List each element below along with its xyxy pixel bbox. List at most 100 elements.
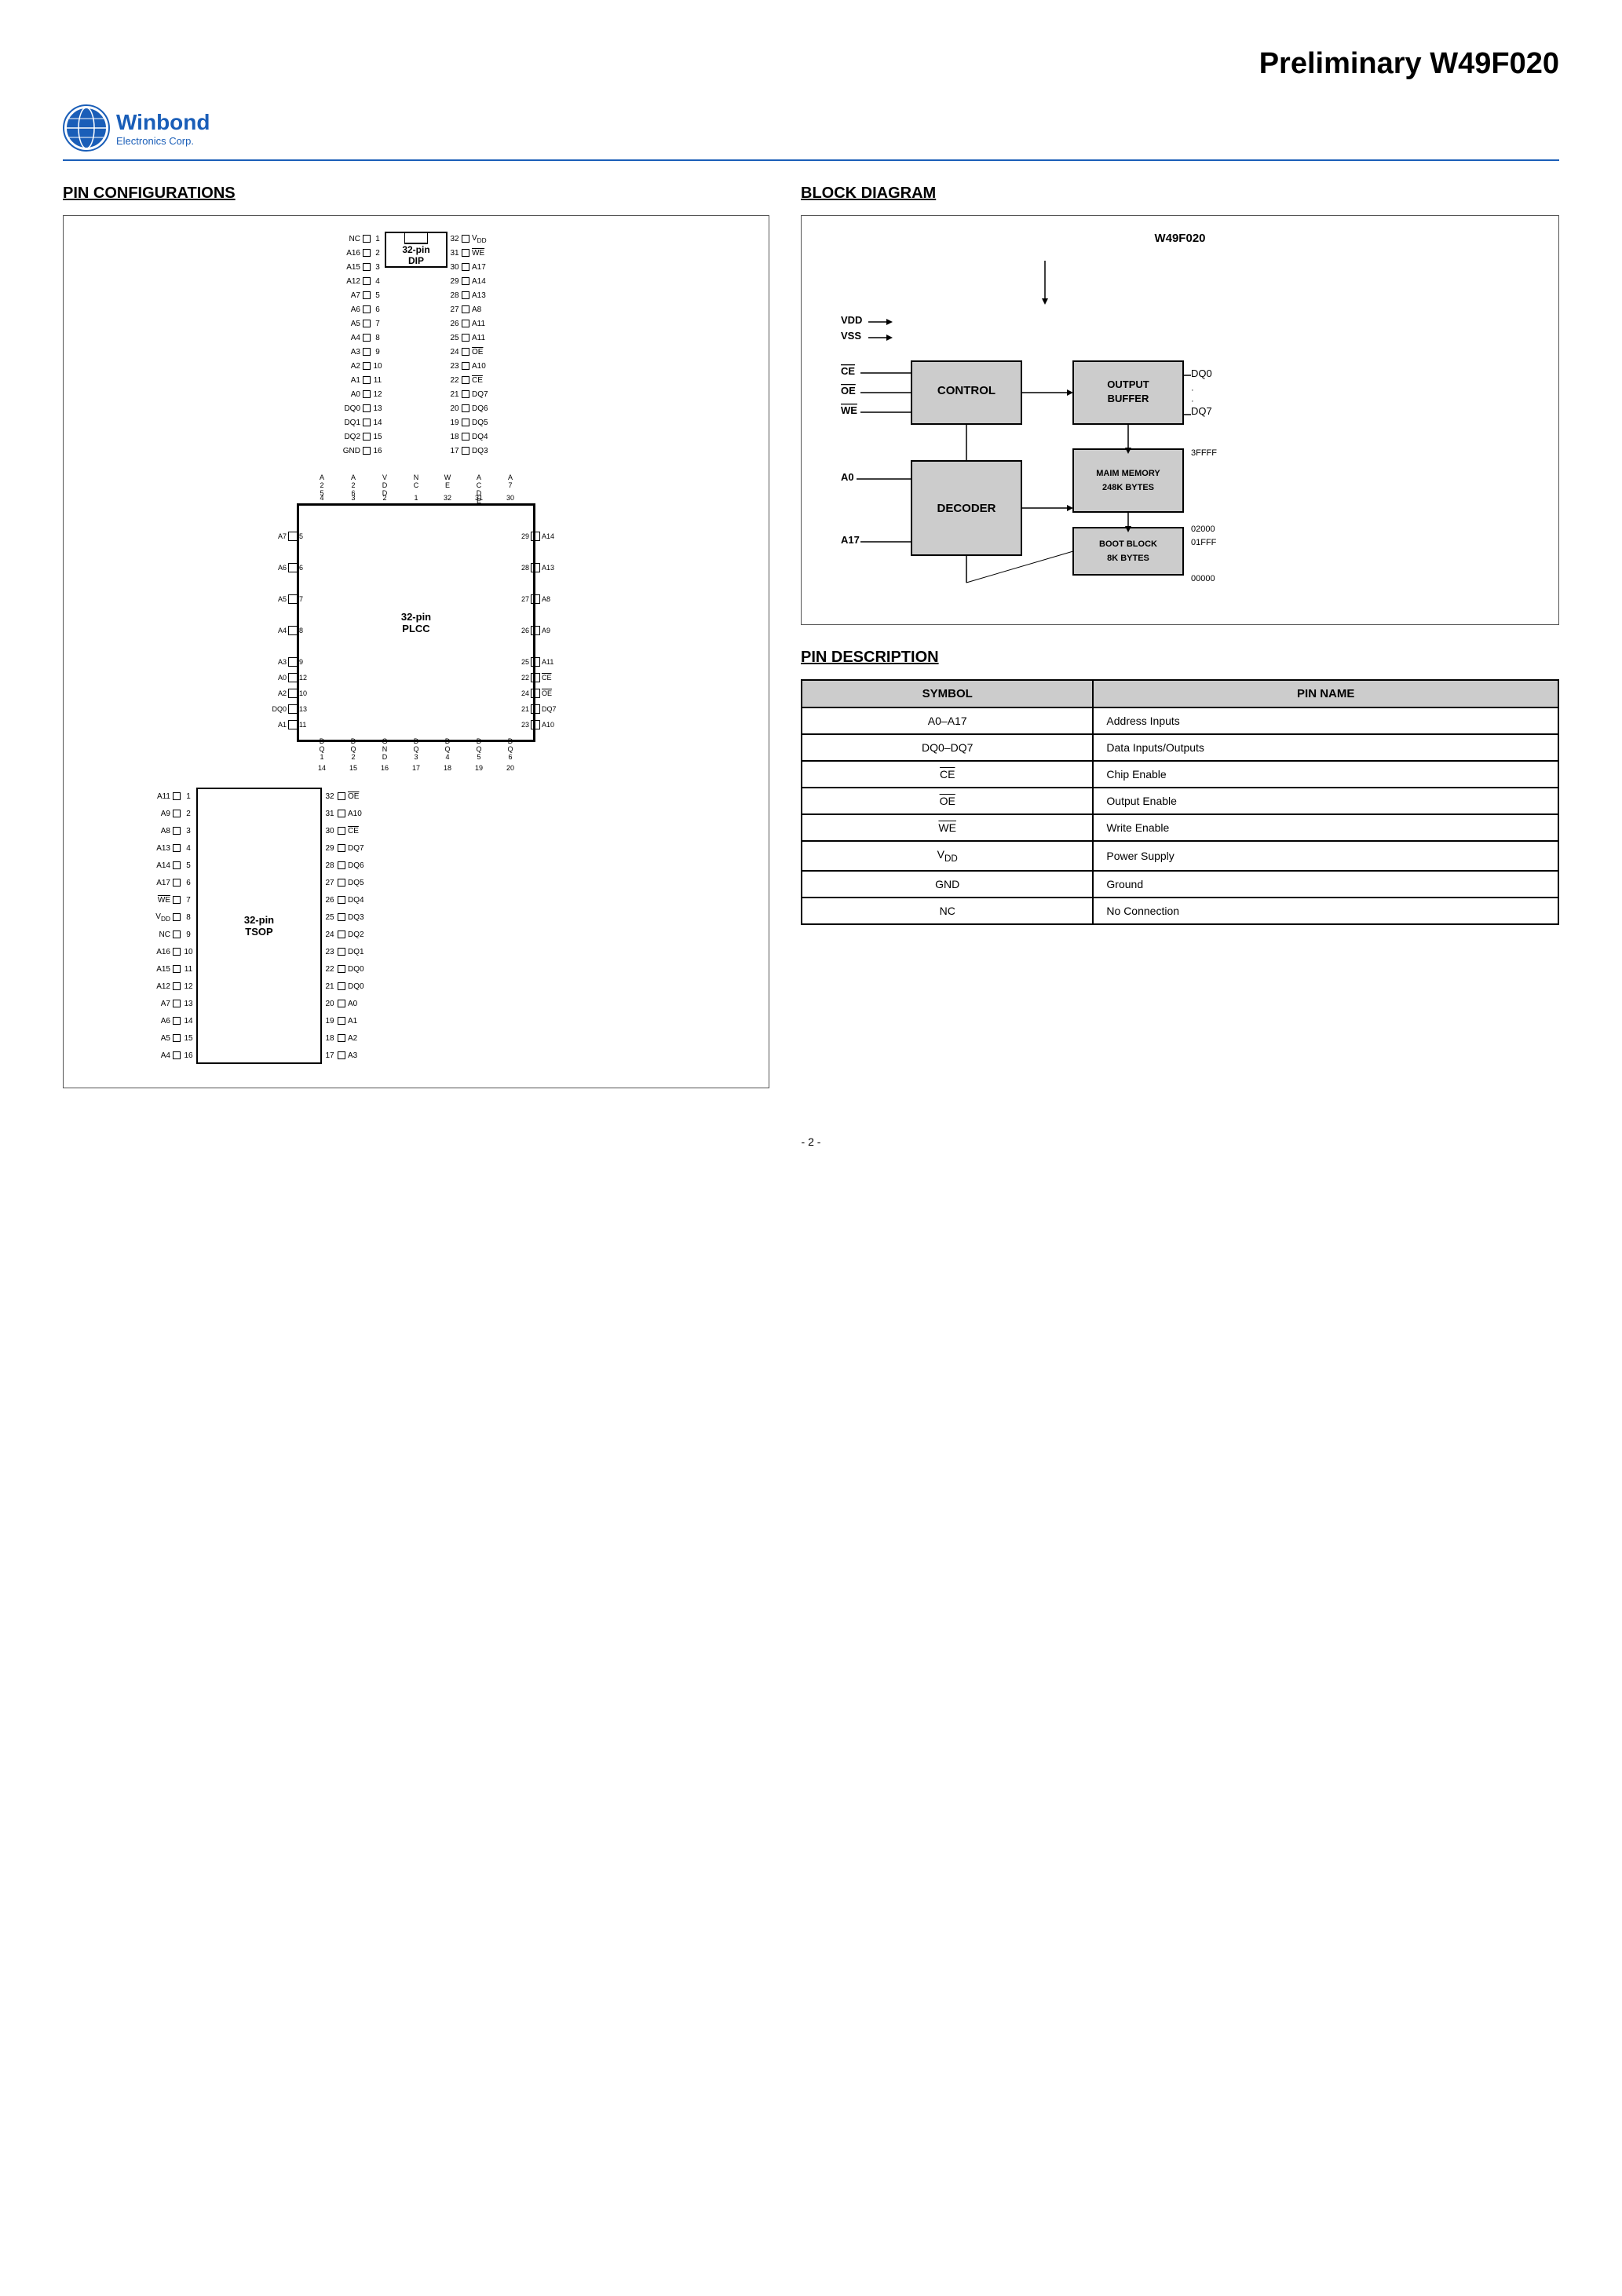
pin-row: GND16 (320, 444, 385, 458)
pinname-cell: Chip Enable (1093, 761, 1558, 788)
svg-text:OE: OE (841, 385, 856, 397)
svg-text:VDD: VDD (841, 314, 862, 326)
pinname-cell: Ground (1093, 871, 1558, 898)
pin-row: 20DQ6 (448, 401, 513, 415)
pin-row: A210 (320, 359, 385, 373)
svg-text:8K BYTES: 8K BYTES (1107, 554, 1149, 563)
pin-row: 27A8 (448, 302, 513, 316)
table-row: VDD Power Supply (802, 841, 1558, 871)
pin-row: 22CE (448, 373, 513, 387)
pin-row: DQ114 (320, 415, 385, 430)
pinname-cell: No Connection (1093, 898, 1558, 924)
svg-text:MAIM MEMORY: MAIM MEMORY (1096, 469, 1160, 478)
pin-desc-title: PIN DESCRIPTION (801, 649, 1559, 667)
pin-config-section: PIN CONFIGURATIONS NC1 A162 A153 (63, 185, 769, 1088)
col-pinname: PIN NAME (1093, 680, 1558, 707)
symbol-cell: OE (802, 788, 1093, 814)
pin-row: A111 (320, 373, 385, 387)
pin-row: A012 (320, 387, 385, 401)
svg-text:248K BYTES: 248K BYTES (1102, 483, 1154, 492)
symbol-cell: NC (802, 898, 1093, 924)
pin-row: 26A11 (448, 316, 513, 331)
pinname-cell: Data Inputs/Outputs (1093, 734, 1558, 761)
pin-row: 30A17 (448, 260, 513, 274)
pin-row: A75 (320, 288, 385, 302)
svg-text:DQ7: DQ7 (1191, 405, 1212, 417)
pin-row: 18DQ4 (448, 430, 513, 444)
pin-row: DQ215 (320, 430, 385, 444)
pinname-cell: Power Supply (1093, 841, 1558, 871)
svg-text:02000: 02000 (1191, 525, 1215, 534)
symbol-cell: CE (802, 761, 1093, 788)
svg-text:A0: A0 (841, 471, 854, 483)
symbol-cell: WE (802, 814, 1093, 841)
dip-left-pins: NC1 A162 A153 A124 A75 (320, 232, 385, 458)
table-row: WE Write Enable (802, 814, 1558, 841)
table-row: NC No Connection (802, 898, 1558, 924)
svg-text:BUFFER: BUFFER (1108, 393, 1149, 404)
pin-row: 29A14 (448, 274, 513, 288)
page-number: - 2 - (63, 1135, 1559, 1148)
pin-row: 17DQ3 (448, 444, 513, 458)
plcc-diagram: A25 A26 VDD NC WE ACDE A7 4 3 2 1 32 31 … (267, 473, 565, 772)
pin-row: 19DQ5 (448, 415, 513, 430)
symbol-cell: A0–A17 (802, 707, 1093, 734)
symbol-cell: GND (802, 871, 1093, 898)
logo-area: Winbond Electronics Corp. (63, 104, 1559, 152)
pin-row: 28A13 (448, 288, 513, 302)
pin-config-title: PIN CONFIGURATIONS (63, 185, 769, 203)
page-title: Preliminary W49F020 (63, 47, 1559, 81)
pin-config-box: NC1 A162 A153 A124 A75 (63, 215, 769, 1088)
chip-name-label: W49F020 (817, 232, 1543, 245)
pin-row: A48 (320, 331, 385, 345)
logo-icon (63, 104, 110, 152)
svg-text:A17: A17 (841, 534, 860, 546)
pin-row: 32VDD (448, 232, 513, 246)
pin-row: DQ013 (320, 401, 385, 415)
svg-text:VSS: VSS (841, 330, 861, 342)
block-diagram-svg: VDD VSS CE OE WE CONTROL (817, 261, 1257, 606)
svg-text:00000: 00000 (1191, 574, 1215, 583)
table-row: DQ0–DQ7 Data Inputs/Outputs (802, 734, 1558, 761)
svg-text:·: · (1191, 386, 1194, 395)
svg-text:DECODER: DECODER (937, 502, 995, 515)
symbol-cell: DQ0–DQ7 (802, 734, 1093, 761)
pinname-cell: Output Enable (1093, 788, 1558, 814)
svg-text:BOOT BLOCK: BOOT BLOCK (1099, 539, 1157, 549)
block-diagram-box: W49F020 VDD VSS CE OE WE (801, 215, 1559, 625)
pin-row: 25A11 (448, 331, 513, 345)
pinname-cell: Address Inputs (1093, 707, 1558, 734)
table-row: GND Ground (802, 871, 1558, 898)
dip-diagram: NC1 A162 A153 A124 A75 (79, 232, 753, 458)
dip-chip-body: 32-pin DIP (385, 232, 448, 268)
main-content: PIN CONFIGURATIONS NC1 A162 A153 (63, 185, 1559, 1088)
svg-text:CE: CE (841, 365, 855, 377)
svg-text:3FFFF: 3FFFF (1191, 448, 1217, 458)
tsop-diagram: A111 A92 A83 A134 A145 A176 WE7 VDD8 NC9… (141, 788, 691, 1064)
pin-row: NC1 (320, 232, 385, 246)
pin-row: A66 (320, 302, 385, 316)
pin-row: A57 (320, 316, 385, 331)
pin-row: A124 (320, 274, 385, 288)
svg-text:01FFF: 01FFF (1191, 538, 1217, 547)
symbol-cell: VDD (802, 841, 1093, 871)
logo-text: Winbond Electronics Corp. (116, 110, 210, 147)
pin-row: 21DQ7 (448, 387, 513, 401)
svg-text:DQ0: DQ0 (1191, 367, 1212, 379)
table-row: CE Chip Enable (802, 761, 1558, 788)
dip-right-pins: 32VDD 31WE 30A17 29A14 28A13 (448, 232, 513, 458)
svg-text:OUTPUT: OUTPUT (1107, 378, 1149, 390)
table-row: OE Output Enable (802, 788, 1558, 814)
divider (63, 159, 1559, 161)
svg-text:WE: WE (841, 404, 857, 416)
pinname-cell: Write Enable (1093, 814, 1558, 841)
col-symbol: SYMBOL (802, 680, 1093, 707)
right-section: BLOCK DIAGRAM W49F020 VDD VSS CE OE WE (801, 185, 1559, 1088)
svg-text:CONTROL: CONTROL (937, 384, 995, 397)
pin-row: A153 (320, 260, 385, 274)
pin-row: 23A10 (448, 359, 513, 373)
pin-row: A39 (320, 345, 385, 359)
pin-row: 24OE (448, 345, 513, 359)
table-row: A0–A17 Address Inputs (802, 707, 1558, 734)
pin-row: A162 (320, 246, 385, 260)
